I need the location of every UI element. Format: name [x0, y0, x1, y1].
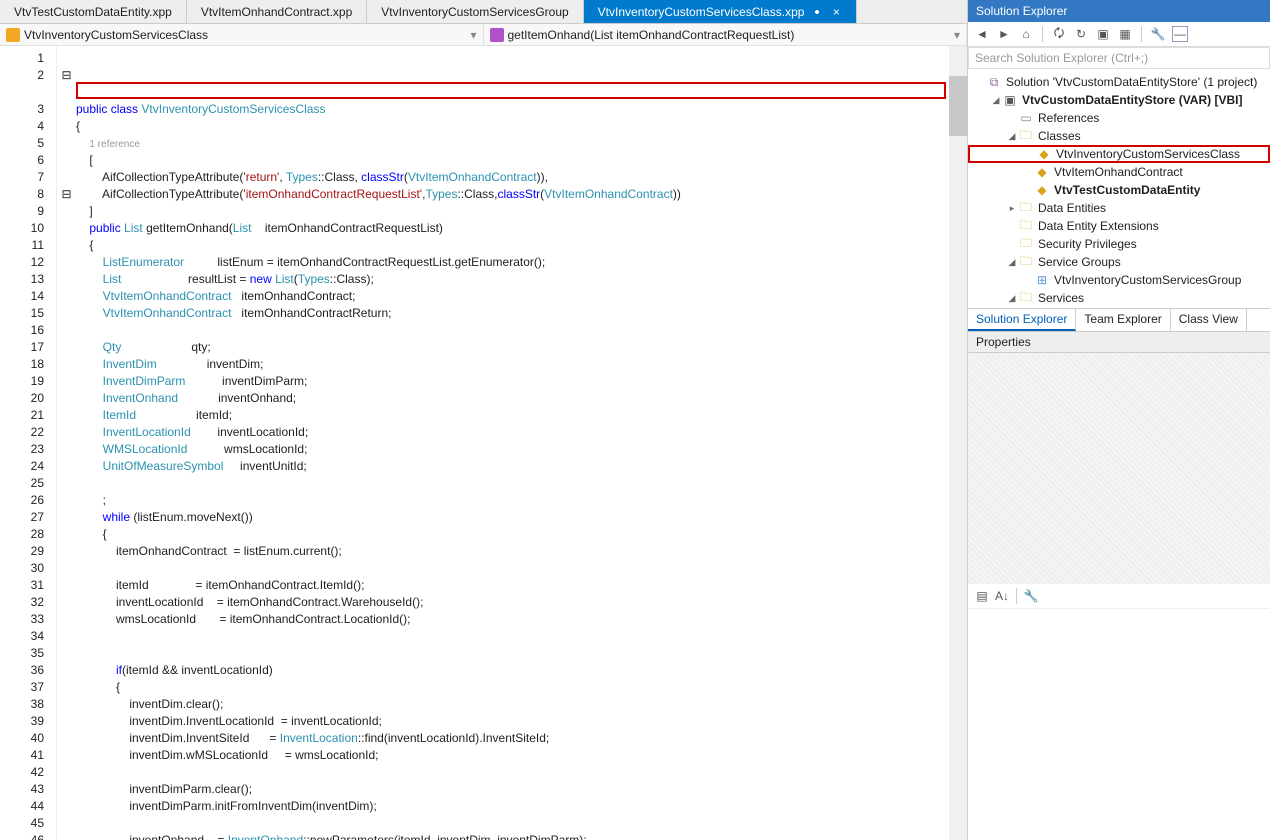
file-tab[interactable]: VtvItemOnhandContract.xpp — [187, 0, 367, 23]
refresh-icon[interactable]: ↻ — [1073, 26, 1089, 42]
tree-item[interactable]: ⊞VtvInventoryCustomServicesGroup — [968, 271, 1270, 289]
class-scope-label: VtvInventoryCustomServicesClass — [24, 28, 208, 42]
solution-explorer-toolbar: ◄ ► ⌂ 🗘 ↻ ▣ ▦ 🔧 — — [968, 22, 1270, 47]
tree-item[interactable]: ◢▣VtvCustomDataEntityStore (VAR) [VBI] — [968, 91, 1270, 109]
tree-item[interactable]: ◢🗀Service Groups — [968, 253, 1270, 271]
properties-title: Properties — [968, 332, 1270, 353]
sync-icon[interactable]: 🗘 — [1051, 26, 1067, 42]
panel-tab-strip: Solution ExplorerTeam ExplorerClass View — [968, 308, 1270, 332]
tree-item[interactable]: ▭References — [968, 109, 1270, 127]
tree-item[interactable]: 🗀Data Entity Extensions — [968, 217, 1270, 235]
back-icon[interactable]: ◄ — [974, 26, 990, 42]
panel-tab[interactable]: Solution Explorer — [968, 309, 1076, 331]
properties-icon[interactable]: 🔧 — [1150, 26, 1166, 42]
solution-tree[interactable]: ⧉Solution 'VtvCustomDataEntityStore' (1 … — [968, 69, 1270, 308]
line-number-gutter: 1234567891011121314151617181920212223242… — [0, 46, 56, 840]
forward-icon[interactable]: ► — [996, 26, 1012, 42]
solution-explorer-title: Solution Explorer — [968, 0, 1270, 22]
file-tab[interactable]: VtvInventoryCustomServicesGroup — [367, 0, 583, 23]
solution-explorer-panel: Solution Explorer ◄ ► ⌂ 🗘 ↻ ▣ ▦ 🔧 — Sear… — [968, 0, 1270, 840]
preview-icon[interactable]: — — [1172, 26, 1188, 42]
highlight-box — [76, 82, 946, 99]
scrollbar-thumb[interactable] — [949, 76, 967, 136]
method-icon — [490, 28, 504, 42]
alphabetical-icon[interactable]: A↓ — [994, 588, 1010, 604]
close-icon[interactable]: × — [830, 5, 842, 19]
panel-tab[interactable]: Class View — [1171, 309, 1247, 331]
editor-pane: VtvTestCustomDataEntity.xppVtvItemOnhand… — [0, 0, 968, 840]
class-icon — [6, 28, 20, 42]
solution-search-input[interactable]: Search Solution Explorer (Ctrl+;) — [968, 47, 1270, 69]
properties-toolbar: ▤ A↓ 🔧 — [968, 584, 1270, 609]
chevron-down-icon: ▾ — [470, 28, 476, 42]
show-all-icon[interactable]: ▦ — [1117, 26, 1133, 42]
code-area[interactable]: public class VtvInventoryCustomServicesC… — [76, 46, 949, 840]
tree-item[interactable]: 🗀Security Privileges — [968, 235, 1270, 253]
breadcrumb-bar: VtvInventoryCustomServicesClass ▾ getItem… — [0, 24, 967, 46]
code-editor[interactable]: 1234567891011121314151617181920212223242… — [0, 46, 967, 840]
class-scope-dropdown[interactable]: VtvInventoryCustomServicesClass ▾ — [0, 24, 484, 45]
properties-subject — [968, 353, 1270, 584]
member-scope-label: getItemOnhand(List itemOnhandContractReq… — [508, 28, 795, 42]
tree-item[interactable]: ◆VtvItemOnhandContract — [968, 163, 1270, 181]
member-scope-dropdown[interactable]: getItemOnhand(List itemOnhandContractReq… — [484, 24, 968, 45]
categorized-icon[interactable]: ▤ — [974, 588, 990, 604]
tree-item[interactable]: ◆VtvTestCustomDataEntity — [968, 181, 1270, 199]
collapse-icon[interactable]: ▣ — [1095, 26, 1111, 42]
fold-gutter[interactable]: ⊟⊟ — [56, 46, 76, 840]
tree-item[interactable]: ▸🗀Data Entities — [968, 199, 1270, 217]
panel-tab[interactable]: Team Explorer — [1076, 309, 1170, 331]
file-tabs: VtvTestCustomDataEntity.xppVtvItemOnhand… — [0, 0, 967, 24]
tree-item[interactable]: ◢🗀Services — [968, 289, 1270, 307]
pin-icon[interactable] — [812, 7, 822, 17]
wrench-icon[interactable]: 🔧 — [1023, 588, 1039, 604]
tree-item[interactable]: ◆VtvInventoryCustomServicesClass — [968, 145, 1270, 163]
vertical-scrollbar[interactable] — [949, 46, 967, 840]
chevron-down-icon: ▾ — [954, 28, 960, 42]
file-tab[interactable]: VtvInventoryCustomServicesClass.xpp× — [584, 0, 858, 23]
file-tab[interactable]: VtvTestCustomDataEntity.xpp — [0, 0, 187, 23]
tree-item[interactable]: ◢🗀Classes — [968, 127, 1270, 145]
properties-grid — [968, 609, 1270, 840]
tree-item[interactable]: ⧉Solution 'VtvCustomDataEntityStore' (1 … — [968, 73, 1270, 91]
home-icon[interactable]: ⌂ — [1018, 26, 1034, 42]
